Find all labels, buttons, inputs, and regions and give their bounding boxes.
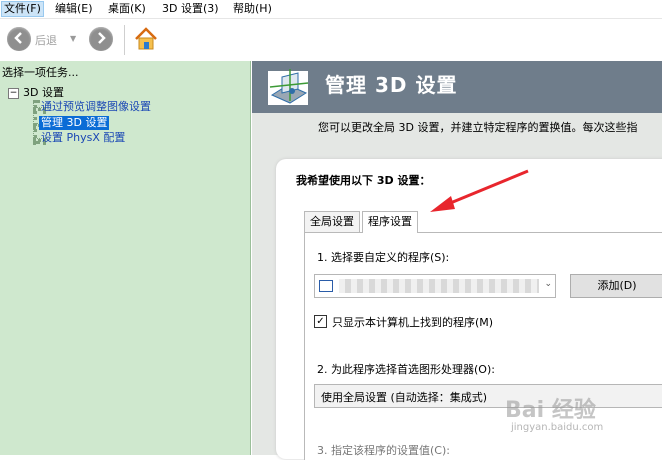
watermark: Bai 经验 jingyan.baidu.com [505,392,655,442]
tree-item-physx[interactable]: 设置 PhysX 配置 [41,131,125,145]
page-banner: 管理 3D 设置 [252,61,662,113]
menu-3d-settings[interactable]: 3D 设置(3) [162,2,219,16]
toolbar-separator [124,25,125,55]
menu-edit[interactable]: 编辑(E) [55,2,93,16]
task-panel-title: 选择一项任务... [2,66,79,79]
page-title: 管理 3D 设置 [325,73,458,97]
toolbar: 后退 ▼ [0,19,662,61]
watermark-logo: Bai 经验 [505,398,596,423]
arrow-right-icon [94,31,108,48]
menu-file[interactable]: 文件(F) [1,1,44,17]
app-window-icon [319,280,333,292]
menu-desktop[interactable]: 桌面(K) [108,2,146,16]
menu-help[interactable]: 帮助(H) [233,2,272,16]
program-settings-label: 3. 指定该程序的设置值(C): [317,444,450,457]
show-local-programs-checkbox[interactable]: ✓ [314,315,327,328]
home-icon [133,27,159,55]
back-label: 后退 [35,34,57,47]
tree-root-3d-settings[interactable]: 3D 设置 [23,86,64,100]
section-heading: 我希望使用以下 3D 设置： [296,174,431,187]
gpu-select-value: 使用全局设置 (自动选择：集成式) [321,391,488,404]
gpu-select-label: 2. 为此程序选择首选图形处理器(O): [317,363,495,376]
forward-button[interactable] [89,27,113,51]
chevron-down-icon: ⌄ [544,279,552,289]
collapse-icon[interactable]: − [8,88,19,99]
program-select[interactable]: ⌄ [314,274,556,298]
back-button[interactable] [7,27,31,51]
tree-item-adjust-image[interactable]: 通过预览调整图像设置 [41,100,151,114]
menu-bar: 文件(F) 编辑(E) 桌面(K) 3D 设置(3) 帮助(H) [0,0,662,19]
tab-global-settings[interactable]: 全局设置 [304,211,360,232]
task-panel: 选择一项任务... − 3D 设置 通过预览调整图像设置 管理 3D 设置 设置… [0,61,251,455]
3d-settings-icon [264,65,314,114]
tab-program-settings[interactable]: 程序设置 [362,211,418,233]
arrow-left-icon [12,31,26,48]
program-select-label: 1. 选择要自定义的程序(S): [317,251,450,264]
blurred-program-name [339,279,539,293]
watermark-url: jingyan.baidu.com [511,422,604,433]
page-description: 您可以更改全局 3D 设置，并建立特定程序的置换值。每次这些指 [318,121,638,134]
tree-item-manage-3d[interactable]: 管理 3D 设置 [39,116,110,130]
show-local-programs-label: 只显示本计算机上找到的程序(M) [332,316,494,329]
add-button[interactable]: 添加(D) [570,274,662,298]
home-button[interactable] [133,26,159,52]
chevron-down-icon[interactable]: ▼ [70,34,76,43]
